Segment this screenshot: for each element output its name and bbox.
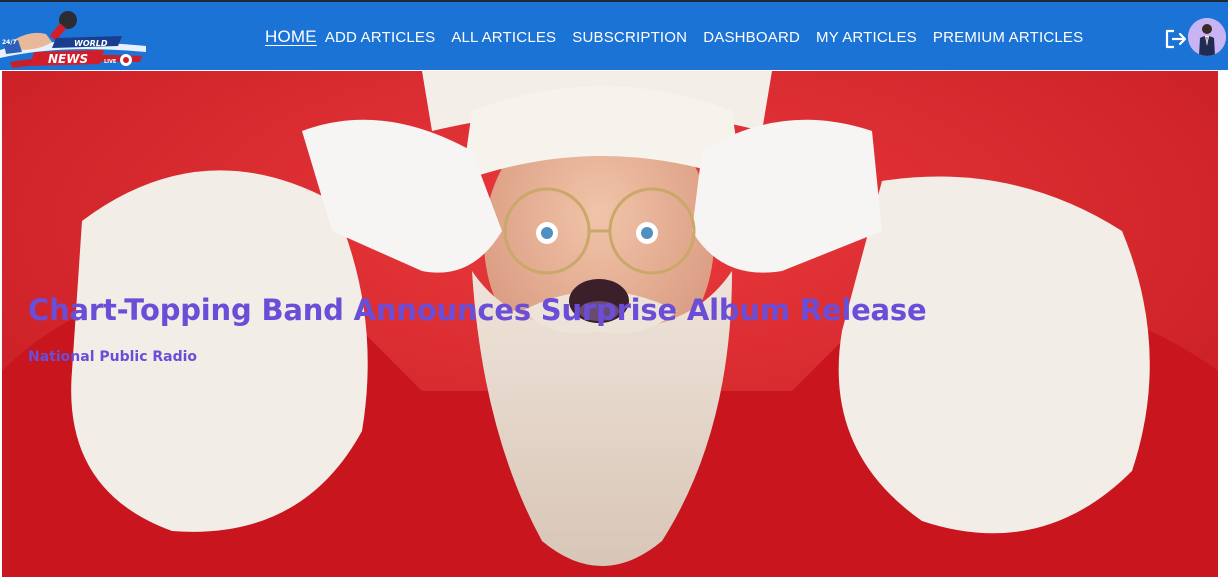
hero-source: National Public Radio: [28, 349, 198, 365]
nav-subscription[interactable]: SUBSCRIPTION: [572, 29, 687, 46]
nav-home[interactable]: HOME: [265, 27, 317, 47]
user-avatar[interactable]: [1188, 18, 1226, 56]
logo-graphic: 24/7 WORLD NEWS LIVE: [0, 11, 146, 68]
nav-my-articles[interactable]: MY ARTICLES: [816, 29, 917, 46]
logo-247-text: 24/7: [2, 39, 17, 46]
nav-dashboard[interactable]: DASHBOARD: [703, 29, 800, 46]
nav-all-articles[interactable]: ALL ARTICLES: [451, 29, 556, 46]
logo-live-text: LIVE: [104, 59, 117, 65]
nav-add-articles[interactable]: ADD ARTICLES: [325, 29, 436, 46]
nav-premium-articles[interactable]: PREMIUM ARTICLES: [933, 29, 1083, 46]
logo-news-text: NEWS: [48, 52, 88, 66]
logo-world-text: WORLD: [74, 39, 108, 48]
nav-links: HOME ADD ARTICLES ALL ARTICLES SUBSCRIPT…: [265, 26, 1099, 48]
right-gutter: [1218, 71, 1228, 577]
navbar: 24/7 WORLD NEWS LIVE HOME ADD ARTICLES A…: [0, 2, 1228, 70]
hero-banner[interactable]: Chart-Topping Band Announces Surprise Al…: [2, 71, 1218, 577]
site-logo[interactable]: 24/7 WORLD NEWS LIVE: [0, 6, 146, 70]
hero-title[interactable]: Chart-Topping Band Announces Surprise Al…: [28, 293, 927, 327]
page: 24/7 WORLD NEWS LIVE HOME ADD ARTICLES A…: [0, 0, 1228, 577]
logout-icon[interactable]: [1164, 28, 1188, 50]
